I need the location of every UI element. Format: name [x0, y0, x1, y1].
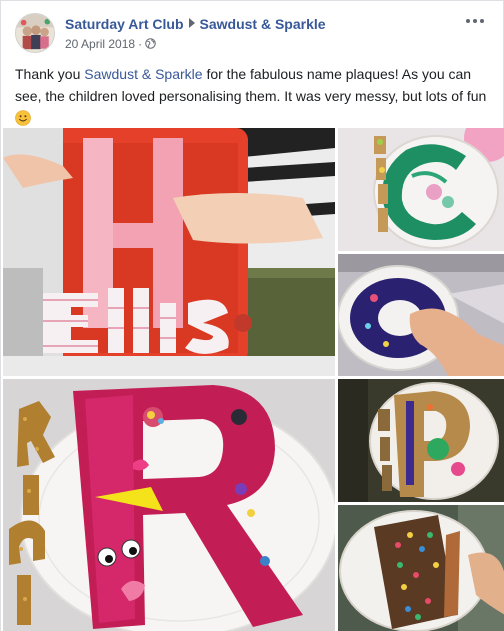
photo-blue-o-plaque[interactable]: [338, 254, 504, 376]
meta-separator: ·: [138, 37, 143, 51]
post-header: Saturday Art Club Sawdust & Sparkle 20 Ap…: [15, 13, 491, 57]
author-line: Saturday Art Club Sawdust & Sparkle: [65, 16, 326, 32]
photo-brown-plaque-plate[interactable]: [338, 505, 504, 631]
shared-to-arrow-icon: [188, 18, 195, 28]
globe-icon[interactable]: [145, 38, 156, 49]
shared-with-page[interactable]: Sawdust & Sparkle: [200, 16, 326, 32]
photo-pink-h-ellis[interactable]: [3, 128, 335, 376]
avatar-image: [16, 14, 54, 52]
photo-gallery: [1, 128, 504, 631]
smiling-face-icon: [15, 110, 31, 126]
avatar[interactable]: [15, 13, 55, 53]
author-name[interactable]: Saturday Art Club: [65, 16, 184, 32]
more-options-icon[interactable]: [463, 15, 487, 31]
photo-green-c-abby[interactable]: [338, 128, 504, 251]
post-caption: Thank you Sawdust & Sparkle for the fabu…: [15, 63, 493, 129]
caption-text-start: Thank you: [15, 66, 85, 82]
photo-p-plaque-plate[interactable]: [338, 379, 504, 502]
photo-pink-r-riley[interactable]: [3, 379, 335, 631]
post-meta: 20 April 2018 ·: [65, 37, 156, 51]
post-date[interactable]: 20 April 2018: [65, 37, 135, 51]
caption-mention-link[interactable]: Sawdust & Sparkle: [84, 66, 202, 82]
facebook-post: Saturday Art Club Sawdust & Sparkle 20 Ap…: [0, 0, 504, 631]
